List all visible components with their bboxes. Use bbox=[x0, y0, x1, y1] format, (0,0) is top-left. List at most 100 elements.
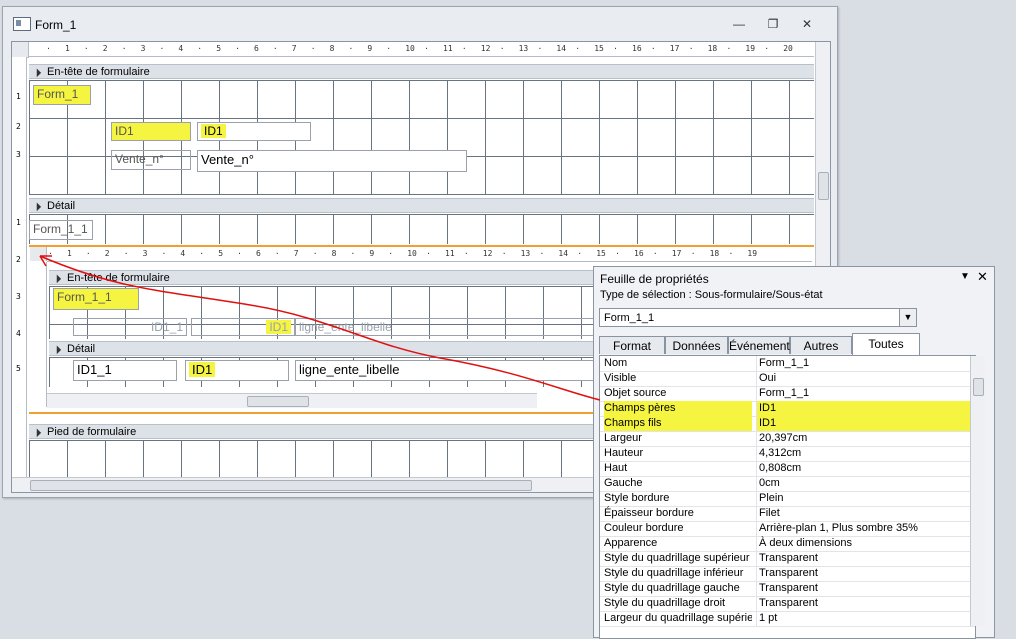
tab-toutes[interactable]: Toutes bbox=[852, 333, 920, 355]
subform-header-id1-label[interactable]: ID1_1 bbox=[73, 318, 187, 336]
vertical-scroll-thumb[interactable] bbox=[818, 172, 829, 200]
restore-button[interactable]: ❐ bbox=[761, 15, 785, 33]
subform-detail-id1-text: ID1 bbox=[189, 362, 216, 377]
property-value[interactable]: 4,312cm bbox=[756, 446, 975, 461]
property-row[interactable]: Style du quadrillage inférieur Transparen… bbox=[600, 566, 975, 582]
property-row[interactable]: Hauteur 4,312cm bbox=[600, 446, 975, 462]
property-row[interactable]: Objet source Form_1_1 bbox=[600, 386, 975, 402]
ruler-dot: · bbox=[237, 249, 242, 258]
section-form-header[interactable]: En-tête de formulaire bbox=[29, 64, 814, 79]
subform-ruler-corner[interactable] bbox=[30, 247, 47, 261]
property-value[interactable]: Plein bbox=[756, 491, 975, 506]
header-grid[interactable]: Form_1 ID1 ID1 Vente_n° Vente_n° bbox=[29, 80, 814, 195]
property-grid[interactable]: Nom Form_1_1 Visible Oui Objet source Form_1_… bbox=[599, 355, 976, 639]
ruler-dot: · bbox=[539, 249, 545, 258]
property-value[interactable]: ID1 bbox=[756, 416, 975, 431]
property-value[interactable]: 20,397cm bbox=[756, 431, 975, 446]
property-value[interactable]: Form_1_1 bbox=[756, 356, 975, 371]
ruler-dot: · bbox=[764, 44, 770, 53]
property-row[interactable]: Style du quadrillage supérieur Transparen… bbox=[600, 551, 975, 567]
property-row[interactable]: Nom Form_1_1 bbox=[600, 356, 975, 372]
subform-section-detail[interactable]: Détail bbox=[49, 341, 614, 356]
property-row[interactable]: Largeur du quadrillage supérieur 1 pt bbox=[600, 611, 975, 627]
subform-header-libelle[interactable]: ligne_ente_libelle bbox=[295, 318, 614, 336]
property-value[interactable]: Transparent bbox=[756, 551, 975, 566]
property-scroll-thumb[interactable] bbox=[973, 378, 984, 396]
ruler-tick-label: 2 bbox=[104, 249, 110, 258]
close-button[interactable]: ✕ bbox=[795, 15, 819, 33]
property-name: Style du quadrillage inférieur bbox=[604, 567, 744, 579]
property-sheet[interactable]: Feuille de propriétés ▼ ✕ Type de sélect… bbox=[593, 266, 995, 639]
section-detail[interactable]: Détail bbox=[29, 198, 814, 213]
property-name: Objet source bbox=[604, 387, 667, 399]
ruler-tick-label: 19 bbox=[745, 44, 756, 53]
subform-vertical-ruler[interactable] bbox=[30, 262, 47, 407]
ruler-tick-label: 12 bbox=[480, 44, 491, 53]
subform-detail-id1-label[interactable]: ID1_1 bbox=[73, 360, 177, 381]
property-row[interactable]: Champs fils ID1 bbox=[600, 416, 975, 432]
property-row[interactable]: Épaisseur bordure Filet bbox=[600, 506, 975, 522]
subform-scroll-thumb[interactable] bbox=[247, 396, 309, 407]
chevron-down-icon[interactable]: ▼ bbox=[899, 309, 916, 326]
property-value[interactable]: Transparent bbox=[756, 566, 975, 581]
minimize-button[interactable]: — bbox=[727, 15, 751, 33]
property-scrollbar[interactable] bbox=[970, 356, 985, 626]
close-icon[interactable]: ✕ bbox=[977, 269, 988, 285]
property-row[interactable]: Haut 0,808cm bbox=[600, 461, 975, 477]
subform-section-header[interactable]: En-tête de formulaire bbox=[49, 270, 614, 285]
property-value[interactable]: Form_1_1 bbox=[756, 386, 975, 401]
tab-evenement[interactable]: Événement bbox=[728, 336, 790, 354]
property-row[interactable]: Style du quadrillage gauche Transparent bbox=[600, 581, 975, 597]
property-value[interactable]: 0cm bbox=[756, 476, 975, 491]
id1-label[interactable]: ID1 bbox=[111, 122, 191, 141]
property-value[interactable]: Arrière-plan 1, Plus sombre 35% bbox=[756, 521, 975, 536]
vente-field[interactable]: Vente_n° bbox=[197, 150, 467, 172]
property-row[interactable]: Largeur 20,397cm bbox=[600, 431, 975, 447]
title-bar[interactable]: Form_1 — ❐ ✕ bbox=[3, 7, 837, 41]
property-row[interactable]: Couleur bordure Arrière-plan 1, Plus somb… bbox=[600, 521, 975, 537]
ruler-corner[interactable] bbox=[12, 42, 29, 58]
id1-field[interactable]: ID1 bbox=[197, 122, 311, 141]
property-row[interactable]: Apparence À deux dimensions bbox=[600, 536, 975, 552]
property-row[interactable]: Gauche 0cm bbox=[600, 476, 975, 492]
vertical-ruler[interactable]: 1 2 3 1 2 3 4 5 bbox=[12, 57, 27, 477]
property-value[interactable]: À deux dimensions bbox=[756, 536, 975, 551]
property-name: Style du quadrillage gauche bbox=[604, 582, 740, 594]
property-row[interactable]: Style du quadrillage droit Transparent bbox=[600, 596, 975, 612]
subform-detail-id1-field[interactable]: ID1 bbox=[185, 360, 289, 381]
property-value[interactable]: Transparent bbox=[756, 596, 975, 611]
form-title-label[interactable]: Form_1 bbox=[33, 85, 91, 105]
ruler-dot: · bbox=[613, 44, 618, 53]
ruler-dot: · bbox=[575, 44, 581, 53]
tab-autres[interactable]: Autres bbox=[790, 336, 852, 354]
ruler-dot: · bbox=[388, 249, 394, 258]
ruler-dot: · bbox=[348, 44, 354, 53]
property-value[interactable]: ID1 bbox=[756, 401, 975, 416]
vente-label[interactable]: Vente_n° bbox=[111, 150, 191, 170]
property-value[interactable]: Filet bbox=[756, 506, 975, 521]
property-row[interactable]: Style bordure Plein bbox=[600, 491, 975, 507]
property-value[interactable]: 1 pt bbox=[756, 611, 975, 626]
subform-detail-libelle[interactable]: ligne_ente_libelle bbox=[295, 360, 614, 381]
subform-horizontal-ruler[interactable]: 1 · 2 · 3 · 4 · 5 · 6 · 7 · 8 · 9 · 10 · 11 · 12 · 13 · 14 · 15 · 16 · 1… bbox=[47, 247, 812, 262]
dropdown-icon[interactable]: ▼ bbox=[960, 271, 970, 282]
object-combo[interactable]: Form_1_1 ▼ bbox=[599, 308, 917, 327]
subform-header-id1-field[interactable]: ID1 bbox=[191, 318, 295, 336]
ruler-dot: · bbox=[123, 249, 129, 258]
horizontal-ruler[interactable]: 1 · 2 · 3 · 4 · 5 · 6 · 7 · 8 · 9 · 10 · 11 · 12 · 13 · 14 · 15 · 16 · 1… bbox=[29, 42, 814, 57]
horizontal-scroll-thumb[interactable] bbox=[30, 480, 532, 491]
subform-horizontal-scrollbar[interactable] bbox=[47, 393, 537, 408]
property-value[interactable]: 0,808cm bbox=[756, 461, 975, 476]
ruler-tick-label: 9 bbox=[369, 249, 375, 258]
property-row[interactable]: Champs pères ID1 bbox=[600, 401, 975, 417]
subform-detail-grid[interactable]: ID1_1 ID1 ligne_ente_libelle bbox=[49, 357, 614, 387]
subform-header-grid[interactable]: Form_1_1 ID1_1 ID1 ligne_ente_libelle bbox=[49, 286, 614, 339]
tab-format[interactable]: Format bbox=[599, 336, 665, 354]
tab-donnees[interactable]: Données bbox=[665, 336, 728, 354]
property-value[interactable]: Transparent bbox=[756, 581, 975, 596]
subform-title-label[interactable]: Form_1_1 bbox=[53, 288, 139, 310]
detail-grid[interactable]: Form_1_1 bbox=[29, 214, 814, 244]
property-value[interactable]: Oui bbox=[756, 371, 975, 386]
subform-label[interactable]: Form_1_1 bbox=[29, 220, 93, 240]
property-row[interactable]: Visible Oui bbox=[600, 371, 975, 387]
